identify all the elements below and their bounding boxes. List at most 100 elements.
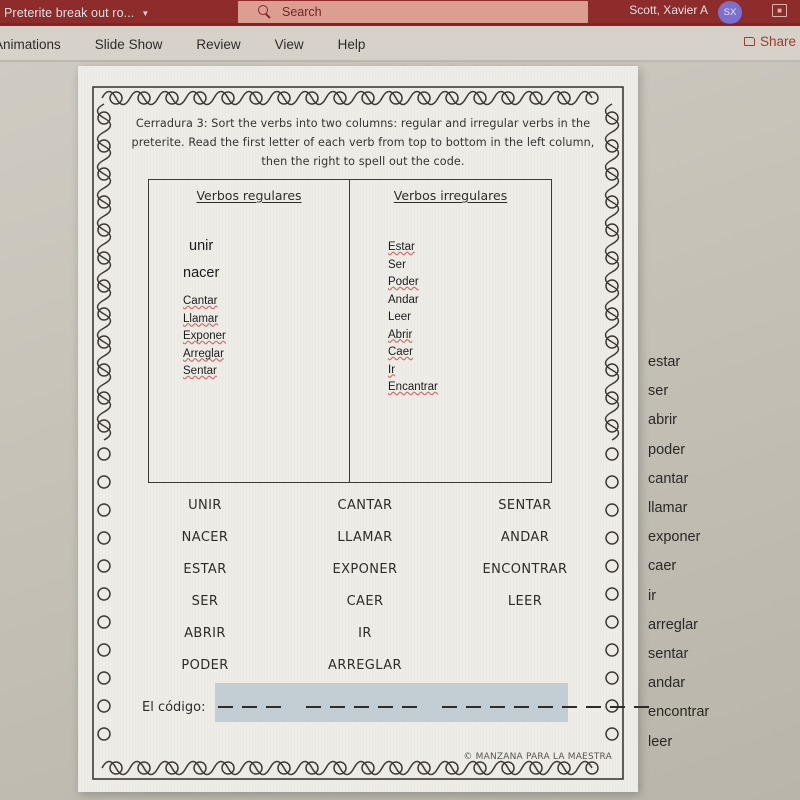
column-header-regular: Verbos regulares (196, 188, 302, 203)
sidebar-verb-list: estar ser abrir poder cantar llamar expo… (648, 348, 788, 757)
sidebar-item-abrir[interactable]: abrir (648, 406, 788, 435)
verb-sort-table[interactable]: Verbos regulares unir nacer Cantar Llama… (148, 179, 552, 483)
list-item: LLAMAR (337, 530, 393, 545)
list-item: ANDAR (500, 530, 550, 545)
blank[interactable] (466, 706, 481, 708)
list-item[interactable]: Ser (388, 258, 406, 274)
present-icon[interactable]: ■ (772, 4, 787, 17)
word-bank-column-3: SENTAR ANDAR ENCONTRAR LEER (450, 490, 600, 682)
table-column-irregular[interactable]: Verbos irregulares Estar Ser Poder Andar… (350, 180, 551, 482)
regular-verbs-list[interactable]: unir nacer Cantar Llamar Exponer Arregla… (149, 238, 349, 380)
table-column-regular[interactable]: Verbos regulares unir nacer Cantar Llama… (149, 180, 350, 482)
table-row[interactable]: Cantar (183, 292, 349, 310)
code-label: El código: (142, 700, 206, 715)
list-item[interactable]: Llamar (183, 312, 218, 328)
list-item[interactable]: Cantar (183, 294, 218, 310)
list-item[interactable]: Encantrar (388, 380, 438, 396)
table-row[interactable]: Exponer (183, 327, 349, 345)
list-item: ESTAR (183, 562, 227, 577)
blank[interactable] (562, 706, 577, 708)
list-item: NACER (181, 530, 229, 545)
list-item[interactable]: unir (183, 238, 349, 254)
list-item[interactable]: Sentar (183, 364, 217, 380)
blank[interactable] (266, 706, 281, 708)
avatar[interactable]: SX (718, 1, 742, 24)
table-row[interactable]: Encantrar (388, 378, 551, 396)
list-item: CANTAR (337, 498, 393, 513)
blank[interactable] (242, 706, 257, 708)
list-item: IR (358, 626, 372, 641)
sidebar-item-encontrar[interactable]: encontrar (648, 698, 788, 727)
table-row[interactable]: Estar (388, 238, 551, 256)
sidebar-item-leer[interactable]: leer (648, 728, 788, 757)
sidebar-item-andar[interactable]: andar (648, 669, 788, 698)
blank[interactable] (378, 706, 393, 708)
sidebar-item-caer[interactable]: caer (648, 552, 788, 581)
blank[interactable] (610, 706, 625, 708)
table-row[interactable]: Llamar (183, 310, 349, 328)
tab-animations[interactable]: Animations (0, 37, 61, 52)
worksheet-instructions: Cerradura 3: Sort the verbs into two col… (131, 117, 595, 168)
list-item[interactable]: Estar (388, 240, 415, 256)
list-item: SER (191, 594, 219, 609)
tab-help[interactable]: Help (338, 37, 366, 52)
blank[interactable] (218, 706, 233, 708)
blank[interactable] (490, 706, 505, 708)
title-chevron-down-icon[interactable]: ▼ (141, 9, 149, 18)
blank[interactable] (306, 706, 321, 708)
list-item[interactable]: Arreglar (183, 347, 224, 363)
list-item[interactable]: Exponer (183, 329, 226, 345)
sidebar-item-poder[interactable]: poder (648, 436, 788, 465)
blank[interactable] (442, 706, 457, 708)
powerpoint-title-bar: Preterite break out ro... ▼ Search Scott… (0, 0, 800, 26)
table-row[interactable]: Ir (388, 361, 551, 379)
table-row[interactable]: Leer (388, 308, 551, 326)
word-bank-column-2: CANTAR LLAMAR EXPONER CAER IR ARREGLAR (290, 490, 440, 682)
list-item[interactable]: Andar (388, 293, 419, 309)
irregular-verbs-list[interactable]: Estar Ser Poder Andar Leer Abrir Caer Ir… (350, 238, 551, 396)
sidebar-item-ir[interactable]: ir (648, 582, 788, 611)
blank-group-1[interactable] (218, 706, 290, 708)
sidebar-item-estar[interactable]: estar (648, 348, 788, 377)
table-row[interactable]: Arreglar (183, 345, 349, 363)
share-icon (743, 37, 755, 46)
tab-slide-show[interactable]: Slide Show (95, 37, 163, 52)
blank[interactable] (354, 706, 369, 708)
table-row[interactable]: Andar (388, 291, 551, 309)
blank-group-2[interactable] (306, 706, 426, 708)
blank[interactable] (634, 706, 649, 708)
list-item[interactable]: Ir (388, 363, 395, 379)
sidebar-item-llamar[interactable]: llamar (648, 494, 788, 523)
table-row[interactable]: Sentar (183, 362, 349, 380)
sidebar-item-cantar[interactable]: cantar (648, 465, 788, 494)
share-button[interactable]: Share (743, 34, 796, 49)
slide-canvas[interactable]: Cerradura 3: Sort the verbs into two col… (78, 66, 649, 792)
list-item[interactable]: Leer (388, 310, 411, 326)
list-item[interactable]: Caer (388, 345, 413, 361)
sidebar-item-arreglar[interactable]: arreglar (648, 611, 788, 640)
blank[interactable] (538, 706, 553, 708)
tab-view[interactable]: View (275, 37, 304, 52)
list-item[interactable]: Abrir (388, 328, 412, 344)
sidebar-item-ser[interactable]: ser (648, 377, 788, 406)
table-row[interactable]: Ser (388, 256, 551, 274)
list-item[interactable]: nacer (183, 265, 349, 281)
sidebar-item-exponer[interactable]: exponer (648, 523, 788, 552)
blank-group-3[interactable] (442, 706, 658, 708)
tab-review[interactable]: Review (196, 37, 240, 52)
sidebar-item-sentar[interactable]: sentar (648, 640, 788, 669)
blank[interactable] (330, 706, 345, 708)
list-item: LEER (507, 594, 543, 609)
table-row[interactable]: Poder (388, 273, 551, 291)
blank[interactable] (402, 706, 417, 708)
table-row[interactable]: Abrir (388, 326, 551, 344)
account-name[interactable]: Scott, Xavier A (629, 3, 708, 17)
screenshot-root: Preterite break out ro... ▼ Search Scott… (0, 0, 800, 800)
code-blanks[interactable] (218, 706, 658, 708)
search-input[interactable]: Search (238, 1, 588, 23)
list-item: CAER (346, 594, 384, 609)
blank[interactable] (514, 706, 529, 708)
blank[interactable] (586, 706, 601, 708)
table-row[interactable]: Caer (388, 343, 551, 361)
list-item[interactable]: Poder (388, 275, 419, 291)
